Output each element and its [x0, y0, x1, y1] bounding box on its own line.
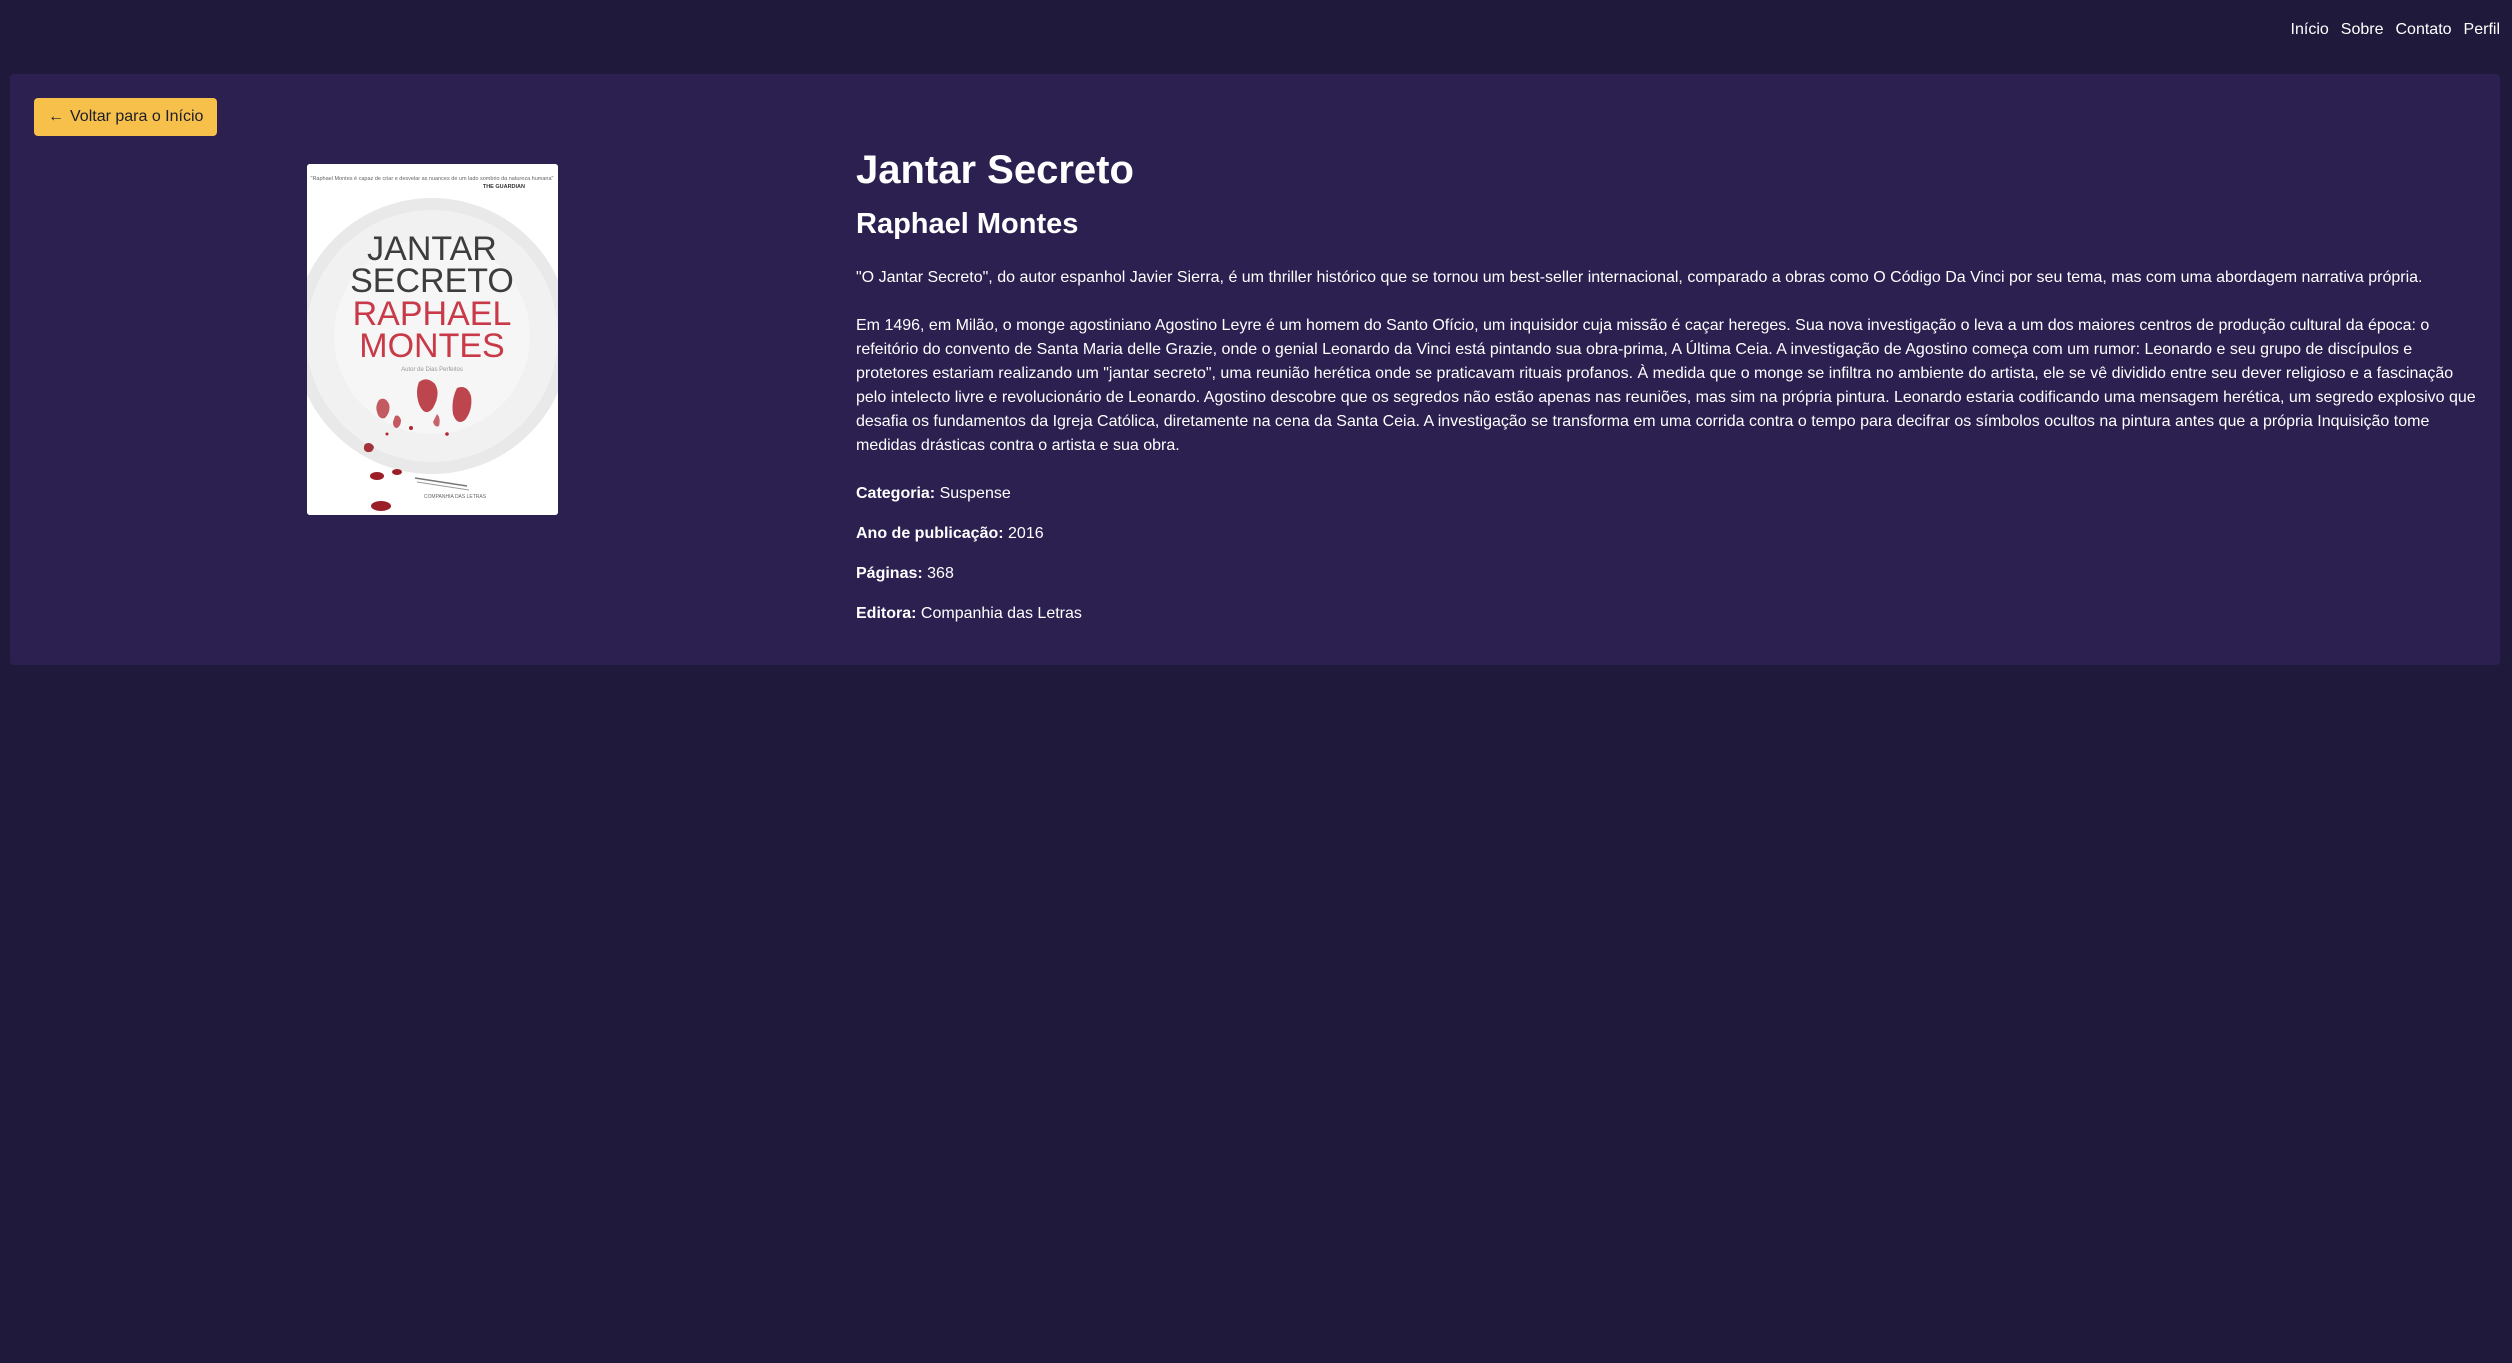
cover-publisher-mark: COMPANHIA DAS LETRAS	[424, 494, 487, 500]
category-value: Suspense	[939, 485, 1011, 502]
arrow-left-icon: ←	[48, 108, 64, 125]
publisher-value: Companhia das Letras	[920, 605, 1082, 622]
nav-link-inicio[interactable]: Início	[2291, 21, 2329, 39]
book-cover-art: "Raphael Montes é capaz de criar e desve…	[307, 164, 558, 515]
book-title: Jantar Secreto	[856, 148, 1134, 192]
year-label: Ano de publicação:	[856, 525, 1004, 542]
back-to-home-button[interactable]: ← Voltar para o Início	[34, 98, 218, 136]
publisher-label: Editora:	[856, 605, 917, 622]
top-nav: Início Sobre Contato Perfil	[0, 0, 2512, 60]
category-label: Categoria:	[856, 485, 936, 502]
cover-author-line-2: MONTES	[359, 327, 504, 365]
cover-blurb: "Raphael Montes é capaz de criar e desve…	[311, 176, 554, 182]
book-category: Categoria: Suspense	[856, 482, 2476, 506]
nav-link-sobre[interactable]: Sobre	[2341, 21, 2384, 39]
book-cover-image: "Raphael Montes é capaz de criar e desve…	[307, 164, 558, 515]
book-details: Jantar Secreto Raphael Montes "O Jantar …	[856, 144, 2476, 626]
pages-value: 368	[927, 565, 954, 582]
book-description-intro: "O Jantar Secreto", do autor espanhol Ja…	[856, 269, 2423, 286]
book-detail-card: ← Voltar para o Início "Raphael Montes é…	[10, 74, 2500, 665]
year-value: 2016	[1008, 525, 1044, 542]
cover-subtitle: Autor de Dias Perfeitos	[401, 367, 463, 373]
book-publisher: Editora: Companhia das Letras	[856, 602, 2476, 626]
book-pages: Páginas: 368	[856, 562, 2476, 586]
back-button-label: Voltar para o Início	[70, 108, 204, 125]
book-year: Ano de publicação: 2016	[856, 522, 2476, 546]
book-author: Raphael Montes	[856, 208, 1079, 240]
book-description-synopsis: Em 1496, em Milão, o monge agostiniano A…	[856, 317, 2476, 454]
pages-label: Páginas:	[856, 565, 923, 582]
cover-blurb-source: THE GUARDIAN	[483, 184, 525, 190]
nav-link-contato[interactable]: Contato	[2396, 21, 2452, 39]
nav-link-perfil[interactable]: Perfil	[2464, 21, 2500, 39]
